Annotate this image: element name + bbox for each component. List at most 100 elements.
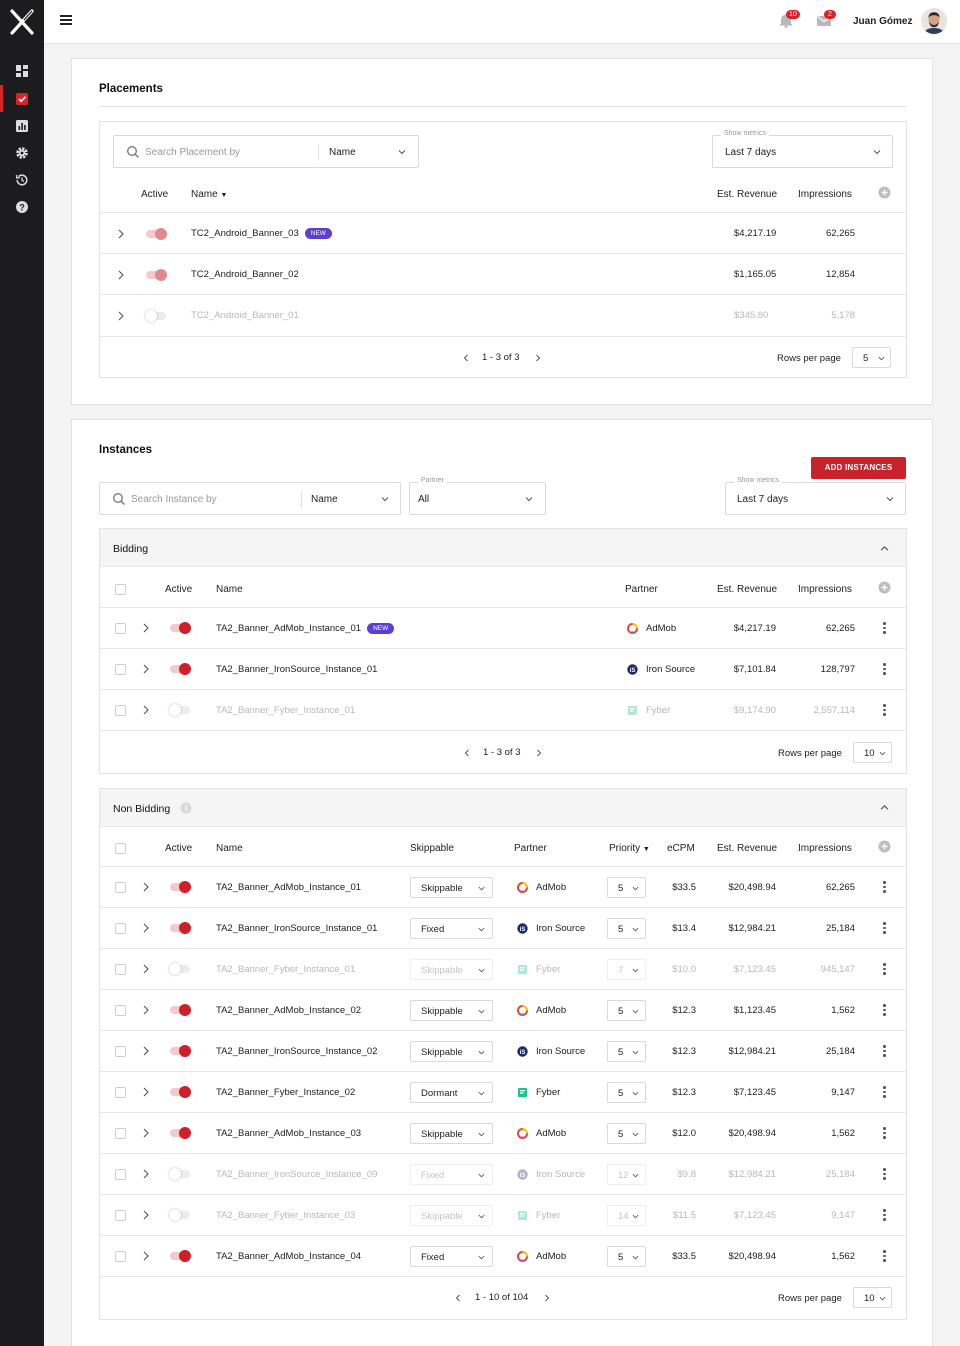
row-checkbox[interactable] <box>115 882 126 893</box>
priority-select[interactable]: 14 <box>607 1205 646 1226</box>
row-checkbox[interactable] <box>115 1087 126 1098</box>
active-toggle[interactable] <box>170 922 191 934</box>
skippable-select[interactable]: Dormant <box>410 1082 493 1103</box>
row-checkbox[interactable] <box>115 1128 126 1139</box>
table-row[interactable]: TA2_Banner_AdMob_Instance_01 Skippable AdM… <box>100 866 906 907</box>
row-checkbox[interactable] <box>115 1169 126 1180</box>
chevron-right-icon[interactable] <box>543 1294 551 1302</box>
instance-search-input[interactable]: Search Instance by <box>131 494 217 505</box>
chevron-right-icon[interactable] <box>142 1046 150 1056</box>
instance-search-by-select[interactable]: Name <box>311 494 338 505</box>
active-toggle[interactable] <box>170 1127 191 1139</box>
select-all-checkbox[interactable] <box>115 584 126 595</box>
info-icon[interactable] <box>180 802 192 814</box>
more-options-icon[interactable] <box>883 1127 887 1139</box>
table-row[interactable]: TC2_Android_Banner_01 $345.80 5,178 <box>100 294 906 336</box>
rows-per-page-select[interactable]: 10 <box>853 1287 892 1308</box>
chevron-left-icon[interactable] <box>462 354 470 362</box>
instance-metrics-select[interactable]: Show metrics Last 7 days <box>725 477 906 515</box>
priority-select[interactable]: 7 <box>607 959 646 980</box>
active-toggle[interactable] <box>169 1209 190 1221</box>
avatar[interactable] <box>921 8 947 34</box>
chevron-right-icon[interactable] <box>117 311 125 321</box>
chevron-right-icon[interactable] <box>142 964 150 974</box>
chevron-right-icon[interactable] <box>142 1087 150 1097</box>
table-row[interactable]: TA2_Banner_IronSource_Instance_01 iS Iron … <box>100 648 906 689</box>
table-row[interactable]: TA2_Banner_Fyber_Instance_02 Dormant Fyber… <box>100 1071 906 1112</box>
chevron-up-icon[interactable] <box>880 544 889 553</box>
row-checkbox[interactable] <box>115 1251 126 1262</box>
active-toggle[interactable] <box>170 1004 191 1016</box>
active-toggle[interactable] <box>170 663 191 675</box>
priority-select[interactable]: 5 <box>607 918 646 939</box>
active-toggle[interactable] <box>169 704 190 716</box>
col-header-priority[interactable]: Priority ▼ <box>609 843 650 854</box>
row-checkbox[interactable] <box>115 923 126 934</box>
add-column-icon[interactable] <box>878 581 891 594</box>
active-toggle[interactable] <box>170 1086 191 1098</box>
active-toggle[interactable] <box>170 622 191 634</box>
app-logo[interactable] <box>8 8 36 36</box>
sidebar-item-help[interactable]: ? <box>0 193 44 220</box>
placement-name[interactable]: TC2_Android_Banner_03 NEW <box>191 228 332 239</box>
priority-select[interactable]: 5 <box>607 1123 646 1144</box>
select-all-checkbox[interactable] <box>115 843 126 854</box>
more-options-icon[interactable] <box>883 922 887 934</box>
chevron-left-icon[interactable] <box>463 749 471 757</box>
instance-name[interactable]: TA2_Banner_Fyber_Instance_01 <box>216 705 355 716</box>
col-header-name[interactable]: Name ▼ <box>191 189 227 200</box>
priority-select[interactable]: 5 <box>607 877 646 898</box>
priority-select[interactable]: 5 <box>607 1082 646 1103</box>
table-row[interactable]: TC2_Android_Banner_03 NEW $4,217.19 62,265 <box>100 212 906 254</box>
chevron-right-icon[interactable] <box>534 354 542 362</box>
priority-select[interactable]: 5 <box>607 1000 646 1021</box>
skippable-select[interactable]: Fixed <box>410 1246 493 1267</box>
more-options-icon[interactable] <box>883 963 887 975</box>
more-options-icon[interactable] <box>883 622 887 634</box>
row-checkbox[interactable] <box>115 705 126 716</box>
user-name[interactable]: Juan Gómez <box>853 16 912 27</box>
chevron-right-icon[interactable] <box>142 882 150 892</box>
chevron-right-icon[interactable] <box>142 1005 150 1015</box>
chevron-right-icon[interactable] <box>142 1169 150 1179</box>
more-options-icon[interactable] <box>883 1209 887 1221</box>
active-toggle[interactable] <box>169 963 190 975</box>
table-row[interactable]: TA2_Banner_AdMob_Instance_02 Skippable AdM… <box>100 989 906 1030</box>
row-checkbox[interactable] <box>115 623 126 634</box>
active-toggle[interactable] <box>170 1045 191 1057</box>
chevron-right-icon[interactable] <box>142 664 150 674</box>
active-toggle[interactable] <box>169 1168 190 1180</box>
table-row[interactable]: TA2_Banner_AdMob_Instance_04 Fixed AdMob 5 $… <box>100 1235 906 1276</box>
chevron-right-icon[interactable] <box>142 705 150 715</box>
chevron-right-icon[interactable] <box>142 1251 150 1261</box>
table-row[interactable]: TA2_Banner_IronSource_Instance_02 Skippab… <box>100 1030 906 1071</box>
active-toggle[interactable] <box>145 310 166 322</box>
placement-search-by-select[interactable]: Name <box>329 147 356 158</box>
rows-per-page-select[interactable]: 10 <box>853 742 892 763</box>
chevron-up-icon[interactable] <box>880 803 889 812</box>
active-toggle[interactable] <box>170 1250 191 1262</box>
table-row[interactable]: TA2_Banner_Fyber_Instance_01 Fyber $9,174.… <box>100 689 906 730</box>
messages-button[interactable]: 2 <box>816 10 836 28</box>
table-row[interactable]: TC2_Android_Banner_02 $1,165.05 12,854 <box>100 253 906 295</box>
skippable-select[interactable]: Skippable <box>410 877 493 898</box>
sidebar-item-history[interactable] <box>0 166 44 193</box>
sidebar-item-reports[interactable] <box>0 112 44 139</box>
bidding-header[interactable]: Bidding <box>100 529 906 567</box>
row-checkbox[interactable] <box>115 1210 126 1221</box>
sidebar-item-settings[interactable] <box>0 139 44 166</box>
chevron-right-icon[interactable] <box>117 229 125 239</box>
priority-select[interactable]: 12 <box>607 1164 646 1185</box>
more-options-icon[interactable] <box>883 881 887 893</box>
placement-metrics-select[interactable]: Show metrics Last 7 days <box>712 130 893 168</box>
menu-icon[interactable] <box>60 15 72 27</box>
partner-select[interactable]: Partner All <box>409 477 546 515</box>
skippable-select[interactable]: Skippable <box>410 1123 493 1144</box>
skippable-select[interactable]: Skippable <box>410 959 493 980</box>
more-options-icon[interactable] <box>883 1168 887 1180</box>
add-column-icon[interactable] <box>878 186 891 199</box>
priority-select[interactable]: 5 <box>607 1246 646 1267</box>
instance-name[interactable]: TA2_Banner_AdMob_Instance_01 NEW <box>216 623 395 634</box>
row-checkbox[interactable] <box>115 1046 126 1057</box>
row-checkbox[interactable] <box>115 664 126 675</box>
